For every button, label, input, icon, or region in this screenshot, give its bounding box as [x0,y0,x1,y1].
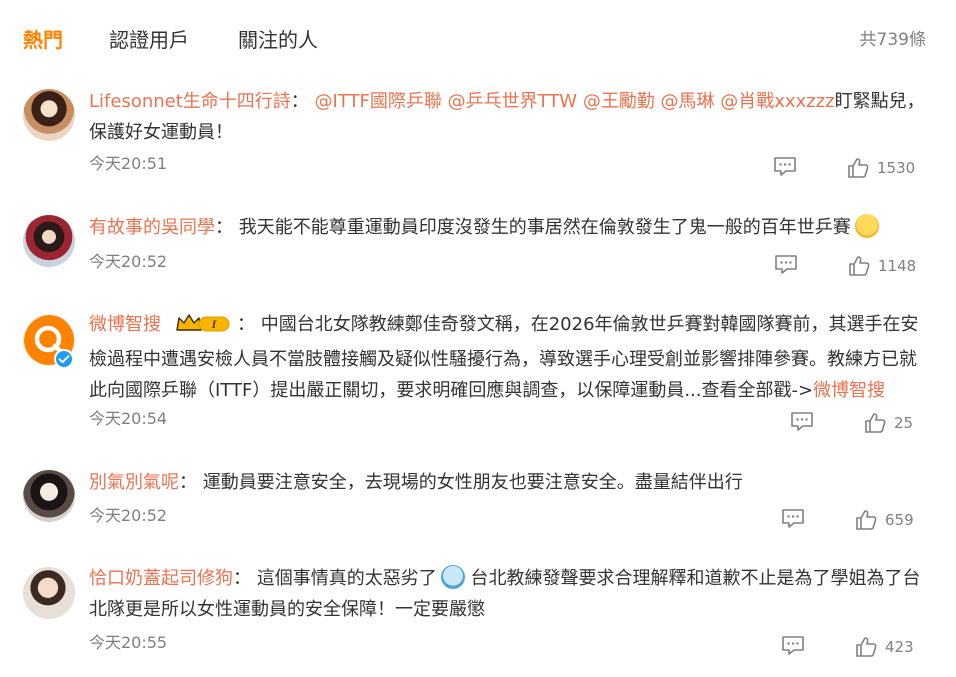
comment-text: Lifesonnet生命十四行詩： @ITTF國際乒聯 @乒乓世界TTW @王勵… [89,91,925,143]
member-crown-badge[interactable]: I [175,312,233,344]
reply-icon[interactable] [781,508,805,530]
comment-time: 今天20:51 [89,154,168,173]
like-count: 423 [885,638,914,656]
like-button[interactable]: 25 [864,411,913,435]
like-count: 659 [885,511,914,529]
mention-link[interactable]: @ITTF國際乒聯 [315,91,442,112]
verified-badge-icon [54,349,74,369]
reply-icon[interactable] [773,156,797,178]
like-button[interactable]: 1148 [848,254,916,278]
thumbs-up-icon [856,510,877,530]
weibo-search-link[interactable]: 微博智搜 [813,380,885,401]
avatar[interactable] [23,470,75,522]
like-count: 1530 [877,159,916,177]
like-count: 1148 [878,257,917,275]
read-more-link[interactable]: 查看全部戳-> [702,380,814,401]
mention-link[interactable]: @肖戰xxxzzz [720,91,834,112]
mention-link[interactable]: @乒乓世界TTW [448,91,577,112]
reply-icon[interactable] [774,254,798,276]
like-button[interactable]: 1530 [847,156,915,180]
comment-text: 恰口奶蓋起司修狗： 這個事情真的太惡劣了 台北教練發聲要求合理解釋和道歉不止是為… [89,563,925,625]
thumbs-up-icon [849,256,870,276]
mention-link[interactable]: @馬琳 [661,91,715,112]
reply-icon[interactable] [781,635,805,657]
mention-link[interactable]: @王勵勤 [583,91,655,112]
comment-username[interactable]: 有故事的吳同學 [89,217,215,238]
tab-hot[interactable]: 熱門 [23,26,63,54]
thinking-emoji-icon [854,214,879,238]
comment-text: 微博智搜 I ： 中國台北女隊教練鄭佳奇發文稱，在2026年倫敦世乒賽對韓國隊賽… [89,312,919,401]
avatar[interactable] [23,215,75,267]
sweating-emoji-icon [440,565,465,589]
comment-username[interactable]: 微博智搜 [89,314,161,335]
comment-time: 今天20:54 [89,409,168,428]
like-button[interactable]: 659 [855,508,914,532]
comment-time: 今天20:52 [89,506,168,525]
avatar[interactable] [23,567,75,619]
comment-text: 別氣別氣呢： 運動員要注意安全，去現場的女性朋友也要注意安全。盡量結伴出行 [89,472,743,493]
thumbs-up-icon [848,158,869,178]
comment-tabs: 熱門 認證用戶 關注的人 共739條 [0,0,956,80]
comment-time: 今天20:55 [89,633,168,652]
reply-icon[interactable] [790,411,814,433]
comment-total-count: 共739條 [859,30,926,50]
thumbs-up-icon [865,413,886,433]
tab-verified-users[interactable]: 認證用戶 [109,26,189,54]
avatar[interactable] [23,89,75,141]
comment-username[interactable]: 別氣別氣呢 [89,472,179,493]
thumbs-up-icon [856,637,877,657]
comment-username[interactable]: Lifesonnet生命十四行詩 [89,91,291,112]
tab-following[interactable]: 關注的人 [238,26,318,54]
comment-time: 今天20:52 [89,252,168,271]
comment-username[interactable]: 恰口奶蓋起司修狗 [89,568,233,589]
like-count: 25 [894,414,914,432]
comment-text: 有故事的吳同學： 我天能不能尊重運動員印度沒發生的事居然在倫敦發生了鬼一般的百年… [89,212,925,243]
like-button[interactable]: 423 [855,635,914,659]
